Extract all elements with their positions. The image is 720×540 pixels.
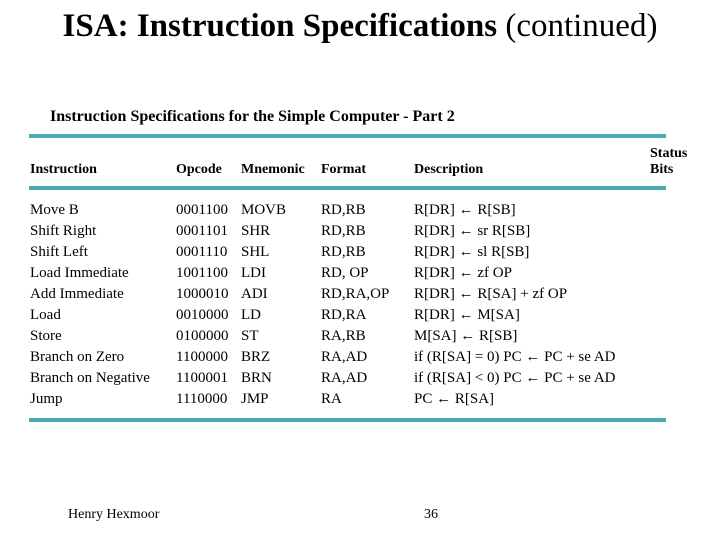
header-instruction: Instruction (30, 162, 97, 177)
header-format: Format (321, 162, 367, 177)
cell-instruction: Add Immediate (30, 286, 124, 302)
cell-format: RD,RB (321, 223, 366, 239)
cell-mnemonic: BRN (241, 370, 272, 386)
cell-format: RA,AD (321, 349, 368, 365)
header-opcode: Opcode (176, 162, 222, 177)
header-description: Description (414, 162, 484, 177)
cell-instruction: Load (30, 307, 61, 323)
cell-mnemonic: LD (241, 307, 261, 323)
header-status-line1: Status (650, 146, 688, 161)
cell-opcode: 0001101 (176, 223, 228, 239)
slide-title-main: ISA: Instruction Specifications (62, 8, 498, 44)
cell-opcode: 1000010 (176, 286, 229, 302)
cell-opcode: 0010000 (176, 307, 229, 323)
cell-format: RA,AD (321, 370, 368, 386)
cell-format: RA,RB (321, 328, 366, 344)
cell-mnemonic: ST (241, 328, 259, 344)
cell-mnemonic: ADI (241, 286, 268, 302)
cell-instruction: Jump (30, 391, 63, 407)
header-bottom-rule (29, 186, 666, 190)
cell-mnemonic: LDI (241, 265, 266, 281)
cell-opcode: 1100001 (176, 370, 228, 386)
cell-mnemonic: MOVB (241, 202, 287, 218)
header-mnemonic: Mnemonic (241, 162, 305, 177)
cell-format: RD,RA (321, 307, 367, 323)
cell-description: R[DR] ← sl R[SB] (414, 244, 530, 260)
footer-author: Henry Hexmoor (68, 507, 160, 522)
cell-mnemonic: SHL (241, 244, 270, 260)
cell-description: R[DR] ← R[SB] (414, 202, 516, 218)
cell-instruction: Load Immediate (30, 265, 129, 281)
cell-description: R[DR] ← zf OP (414, 265, 512, 281)
cell-opcode: 0100000 (176, 328, 229, 344)
cell-description: PC ← R[SA] (414, 391, 495, 407)
cell-instruction: Shift Right (30, 223, 97, 239)
cell-description: R[DR] ← R[SA] + zf OP (414, 286, 568, 302)
slide-title: ISA: Instruction Specifications (continu… (0, 4, 720, 48)
cell-description: M[SA] ← R[SB] (414, 328, 518, 344)
cell-format: RA (321, 391, 342, 407)
cell-mnemonic: BRZ (241, 349, 271, 365)
cell-mnemonic: JMP (241, 391, 269, 407)
cell-format: RD,RB (321, 202, 366, 218)
cell-format: RD, OP (321, 265, 369, 281)
cell-opcode: 1001100 (176, 265, 228, 281)
cell-description: R[DR] ← sr R[SB] (414, 223, 531, 239)
cell-opcode: 0001110 (176, 244, 228, 260)
cell-instruction: Shift Left (30, 244, 88, 260)
cell-instruction: Store (30, 328, 62, 344)
table-top-rule (29, 134, 666, 138)
cell-description: if (R[SA] < 0) PC ← PC + se AD (414, 370, 616, 386)
cell-instruction: Move B (30, 202, 79, 218)
cell-description: R[DR] ← M[SA] (414, 307, 520, 323)
slide-title-suffix: (continued) (497, 8, 658, 44)
cell-description: if (R[SA] = 0) PC ← PC + se AD (414, 349, 616, 365)
cell-mnemonic: SHR (241, 223, 271, 239)
table-caption: Instruction Specifications for the Simpl… (50, 108, 455, 125)
cell-opcode: 1100000 (176, 349, 228, 365)
table-bottom-rule (29, 418, 666, 422)
header-status-bits: Status Bits (650, 146, 687, 178)
cell-instruction: Branch on Negative (30, 370, 150, 386)
cell-opcode: 0001100 (176, 202, 228, 218)
cell-opcode: 1110000 (176, 391, 228, 407)
cell-format: RD,RB (321, 244, 366, 260)
header-status-line2: Bits (650, 162, 674, 177)
cell-instruction: Branch on Zero (30, 349, 125, 365)
cell-format: RD,RA,OP (321, 286, 390, 302)
page-number: 36 (424, 507, 438, 522)
